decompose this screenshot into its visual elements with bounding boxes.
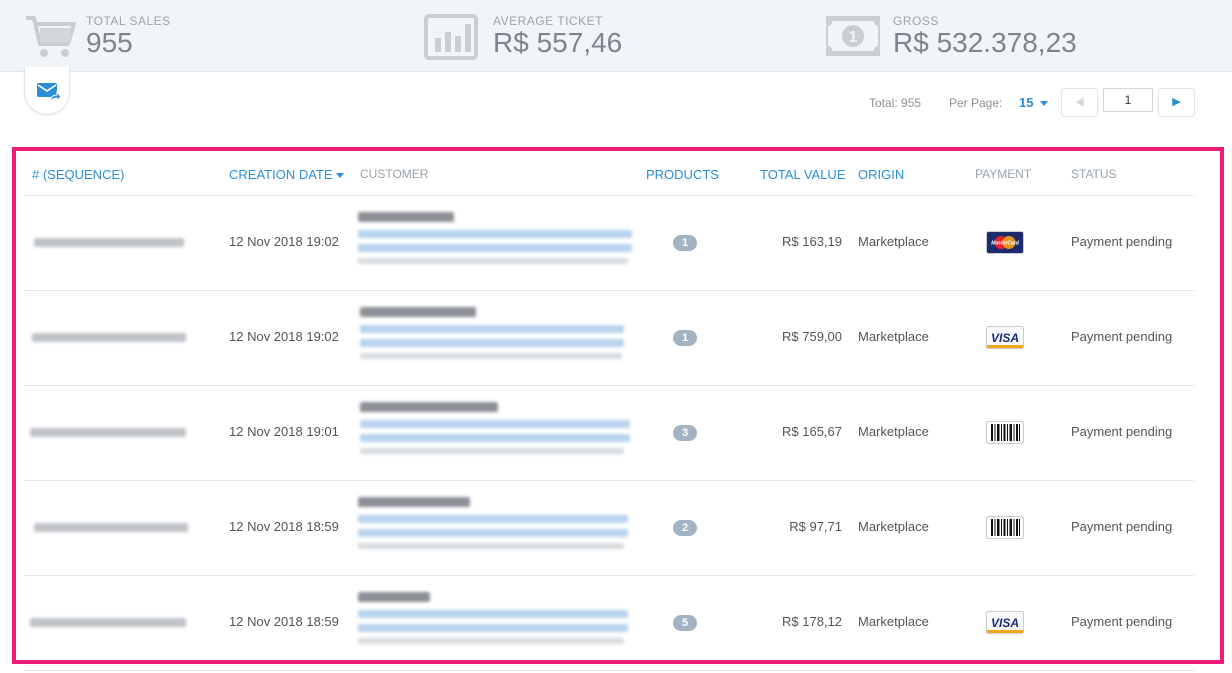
stat-label: GROSS bbox=[893, 14, 939, 28]
chevron-left-icon: ◀ bbox=[1075, 96, 1084, 108]
page-number-input[interactable] bbox=[1103, 88, 1153, 112]
highlight-frame bbox=[12, 147, 1224, 664]
stat-label: TOTAL SALES bbox=[86, 14, 171, 28]
pagination-total: Total: 955 bbox=[869, 96, 922, 110]
stat-value: R$ 532.378,23 bbox=[893, 27, 1077, 58]
cart-icon bbox=[26, 16, 76, 57]
per-page-label: Per Page: bbox=[949, 96, 1003, 110]
previous-page-button[interactable]: ◀ bbox=[1061, 88, 1098, 117]
stat-label: AVERAGE TICKET bbox=[493, 14, 603, 28]
email-export-button[interactable] bbox=[24, 67, 70, 115]
chevron-down-icon bbox=[1040, 101, 1049, 107]
stat-value: R$ 557,46 bbox=[493, 27, 623, 58]
email-forward-icon bbox=[37, 83, 61, 103]
svg-text:1: 1 bbox=[849, 29, 858, 46]
stat-value: 955 bbox=[86, 27, 133, 58]
per-page-dropdown[interactable]: 15 bbox=[1019, 95, 1049, 110]
bar-chart-icon bbox=[424, 14, 478, 60]
per-page-value: 15 bbox=[1019, 95, 1034, 110]
next-page-button[interactable]: ▶ bbox=[1158, 88, 1195, 117]
stats-bar: TOTAL SALES 955 AVERAGE TICKET R$ 557,46… bbox=[0, 0, 1232, 72]
banknote-icon: 1 bbox=[826, 16, 880, 56]
chevron-right-icon: ▶ bbox=[1172, 96, 1181, 108]
